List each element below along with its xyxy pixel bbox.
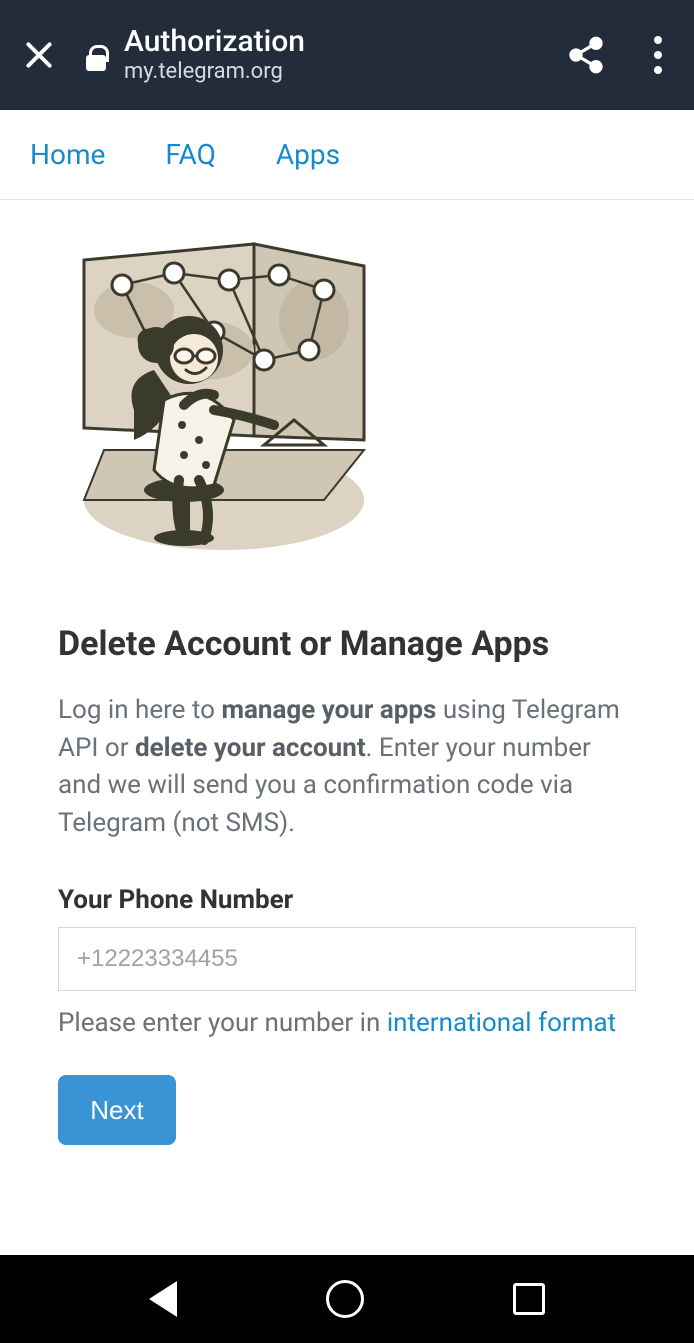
phone-input[interactable] xyxy=(58,927,636,991)
next-button[interactable]: Next xyxy=(58,1075,176,1145)
page-url: my.telegram.org xyxy=(124,60,305,84)
description: Log in here to manage your apps using Te… xyxy=(58,692,636,843)
helper-text: Please enter your number in xyxy=(58,1008,387,1038)
share-icon[interactable] xyxy=(566,35,606,75)
main-content: Delete Account or Manage Apps Log in her… xyxy=(0,200,694,1145)
address-block[interactable]: Authorization my.telegram.org xyxy=(124,25,305,84)
nav-faq[interactable]: FAQ xyxy=(135,110,246,199)
chrome-right xyxy=(566,30,672,80)
home-icon[interactable] xyxy=(326,1280,364,1318)
desc-bold-2: delete your account xyxy=(135,733,366,763)
illustration xyxy=(64,240,384,560)
illustration-wrap xyxy=(58,240,636,600)
nav-apps[interactable]: Apps xyxy=(246,110,370,199)
phone-helper: Please enter your number in internationa… xyxy=(58,1005,636,1041)
close-icon[interactable] xyxy=(22,38,56,72)
desc-text: Log in here to xyxy=(58,695,221,725)
system-nav-bar xyxy=(0,1255,694,1343)
lock-icon xyxy=(86,45,106,71)
browser-chrome: Authorization my.telegram.org xyxy=(0,0,694,110)
desc-bold-1: manage your apps xyxy=(221,695,436,725)
international-format-link[interactable]: international format xyxy=(387,1008,616,1038)
phone-label: Your Phone Number xyxy=(58,885,636,915)
top-nav: Home FAQ Apps xyxy=(0,110,694,200)
page-title: Authorization xyxy=(124,25,305,58)
back-icon[interactable] xyxy=(149,1281,177,1317)
nav-home[interactable]: Home xyxy=(0,110,135,199)
more-menu-icon[interactable] xyxy=(644,30,672,80)
heading: Delete Account or Manage Apps xyxy=(58,624,636,664)
recent-apps-icon[interactable] xyxy=(513,1283,545,1315)
chrome-left: Authorization my.telegram.org xyxy=(22,25,305,84)
